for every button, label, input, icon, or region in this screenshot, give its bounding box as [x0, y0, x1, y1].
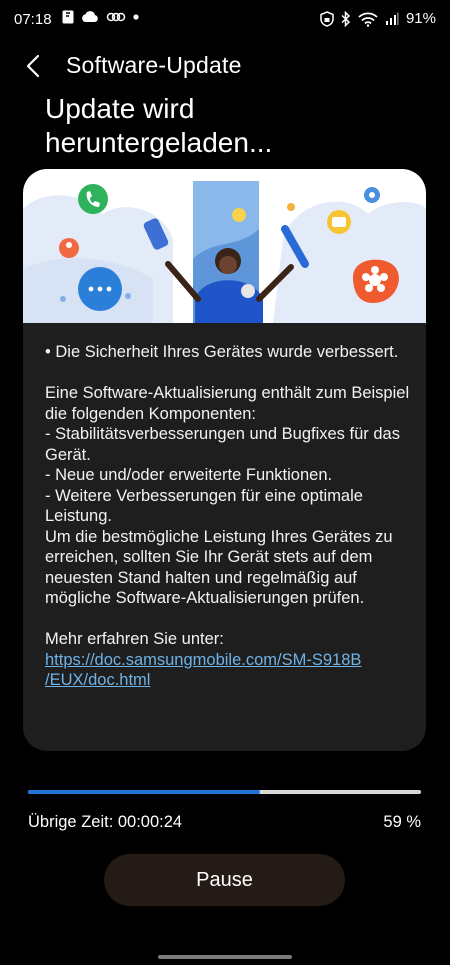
remaining-time: Übrige Zeit: 00:00:24 — [28, 813, 183, 831]
security-note: • Die Sicherheit Ihres Gerätes wurde ver… — [45, 343, 399, 361]
documentation-link-line1[interactable]: https://doc.samsungmobile.com/SM-S918B — [45, 651, 361, 669]
gesture-home-bar[interactable] — [158, 955, 292, 959]
recommendation-text: Um die bestmögliche Leistung Ihres Gerät… — [45, 527, 393, 608]
status-time: 07:18 — [14, 11, 52, 28]
dot-icon — [133, 14, 139, 20]
vpn-lock-icon — [320, 10, 334, 27]
documentation-link[interactable]: https://doc.samsungmobile.com/SM-S918B /… — [45, 650, 415, 691]
component-item: - Weitere Verbesserungen für eine optima… — [45, 486, 363, 526]
cloud-icon — [81, 11, 99, 23]
pause-button[interactable]: Pause — [104, 854, 345, 906]
chevron-left-icon — [26, 54, 40, 78]
app-header: Software-Update — [0, 48, 450, 84]
intro-text: Eine Software-Aktualisierung enthält zum… — [45, 384, 410, 423]
signal-icon — [385, 12, 399, 26]
back-button[interactable] — [20, 52, 46, 80]
documentation-link-line2[interactable]: /EUX/doc.html — [45, 671, 150, 689]
wifi-icon — [358, 11, 378, 27]
page-title: Software-Update — [66, 52, 242, 78]
status-heading: Update wird heruntergeladen... — [45, 93, 273, 158]
status-right-icons: 91% — [320, 10, 436, 27]
download-progress-fill — [28, 790, 260, 794]
people-celebrating-illustration — [23, 169, 426, 323]
more-info-label: Mehr erfahren Sie unter: — [45, 630, 224, 648]
update-info-card: • Die Sicherheit Ihres Gerätes wurde ver… — [23, 169, 426, 751]
link-icon — [106, 12, 126, 22]
status-left-icons — [62, 10, 139, 24]
battery-level: 91% — [405, 10, 436, 27]
download-progress-bar — [28, 790, 421, 794]
dictionary-icon — [62, 10, 74, 24]
release-notes: • Die Sicherheit Ihres Gerätes wurde ver… — [45, 342, 415, 691]
status-bar: 07:18 91% — [0, 0, 450, 40]
component-item: - Neue und/oder erweiterte Funktionen. — [45, 466, 333, 484]
component-item: - Stabilitätsverbesserungen und Bugfixes… — [45, 425, 400, 464]
progress-percent: 59 % — [383, 813, 421, 831]
bluetooth-icon — [341, 10, 351, 27]
